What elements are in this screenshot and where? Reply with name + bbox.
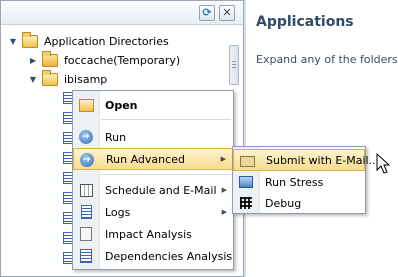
menu-item-submit-email[interactable]: Submit with E-Mail... [233,149,379,171]
menu-item-label: Run Advanced [106,152,185,166]
submenu-arrow-icon: ▶ [221,186,227,194]
page-description: Expand any of the folders in [256,53,398,66]
tree-node-ibisamp[interactable]: ▼ ibisamp [27,69,108,88]
expanded-arrow-icon[interactable]: ▼ [7,35,19,47]
dependencies-icon [78,248,94,264]
content-panel: Applications Expand any of the folders i… [246,0,398,277]
folder-icon [42,50,58,67]
menu-separator [101,119,231,120]
expanded-arrow-icon[interactable]: ▼ [27,73,39,85]
menu-item-open[interactable]: Open [73,94,233,116]
collapsed-arrow-icon[interactable]: ▶ [27,54,39,66]
folder-open-icon [42,69,58,86]
menu-item-label: Impact Analysis [105,227,192,241]
refresh-icon[interactable]: ⟳ [199,5,215,21]
menu-item-run-stress[interactable]: Run Stress [233,171,365,193]
scroll-thumb[interactable] [229,45,239,85]
tree-node-label: foccache(Temporary) [64,53,181,67]
submenu-arrow-icon: ▶ [220,155,226,163]
submenu-arrow-icon: ▶ [221,208,227,216]
menu-item-impact-analysis[interactable]: Impact Analysis [73,223,233,245]
folder-open-icon [22,31,38,48]
schedule-icon [78,182,94,198]
panel-toolbar: ⟳ ✕ [1,1,243,25]
menu-item-label: Submit with E-Mail... [266,153,380,167]
tree-node-label: Application Directories [44,34,169,48]
menu-item-label: Open [105,98,138,112]
submit-email-icon [239,153,255,169]
menu-item-label: Debug [265,196,302,210]
tree-node-label: ibisamp [64,72,108,86]
menu-item-debug[interactable]: Debug [233,192,365,214]
menu-item-logs[interactable]: Logs ▶ [73,201,233,223]
menu-item-label: Logs [105,205,131,219]
menu-item-run[interactable]: ➔ Run [73,126,233,148]
menu-item-dependencies-analysis[interactable]: Dependencies Analysis [73,245,233,267]
menu-item-label: Dependencies Analysis [105,249,233,263]
impact-icon [78,226,94,242]
mouse-cursor-icon [376,153,391,174]
tree-node-foccache[interactable]: ▶ foccache(Temporary) [27,50,181,69]
context-menu: Open ➔ Run ➔ Run Advanced ▶ Schedule and… [72,90,234,270]
run-icon: ➔ [78,129,94,145]
menu-item-label: Run [105,130,127,144]
menu-item-label: Schedule and E-Mail [105,183,217,197]
run-advanced-icon: ➔ [79,152,95,168]
close-icon[interactable]: ✕ [219,5,235,21]
run-advanced-submenu: Submit with E-Mail... Run Stress Debug [232,146,379,214]
menu-separator [101,174,231,175]
menu-item-label: Run Stress [265,175,324,189]
debug-icon [238,195,254,211]
menu-item-run-advanced[interactable]: ➔ Run Advanced ▶ [73,148,233,170]
run-stress-icon [238,174,254,190]
logs-icon [78,204,94,220]
menu-item-schedule-email[interactable]: Schedule and E-Mail ▶ [73,179,233,201]
tree-node-application-directories[interactable]: ▼ Application Directories [7,31,169,50]
open-icon [78,97,94,113]
page-title: Applications [256,14,354,30]
